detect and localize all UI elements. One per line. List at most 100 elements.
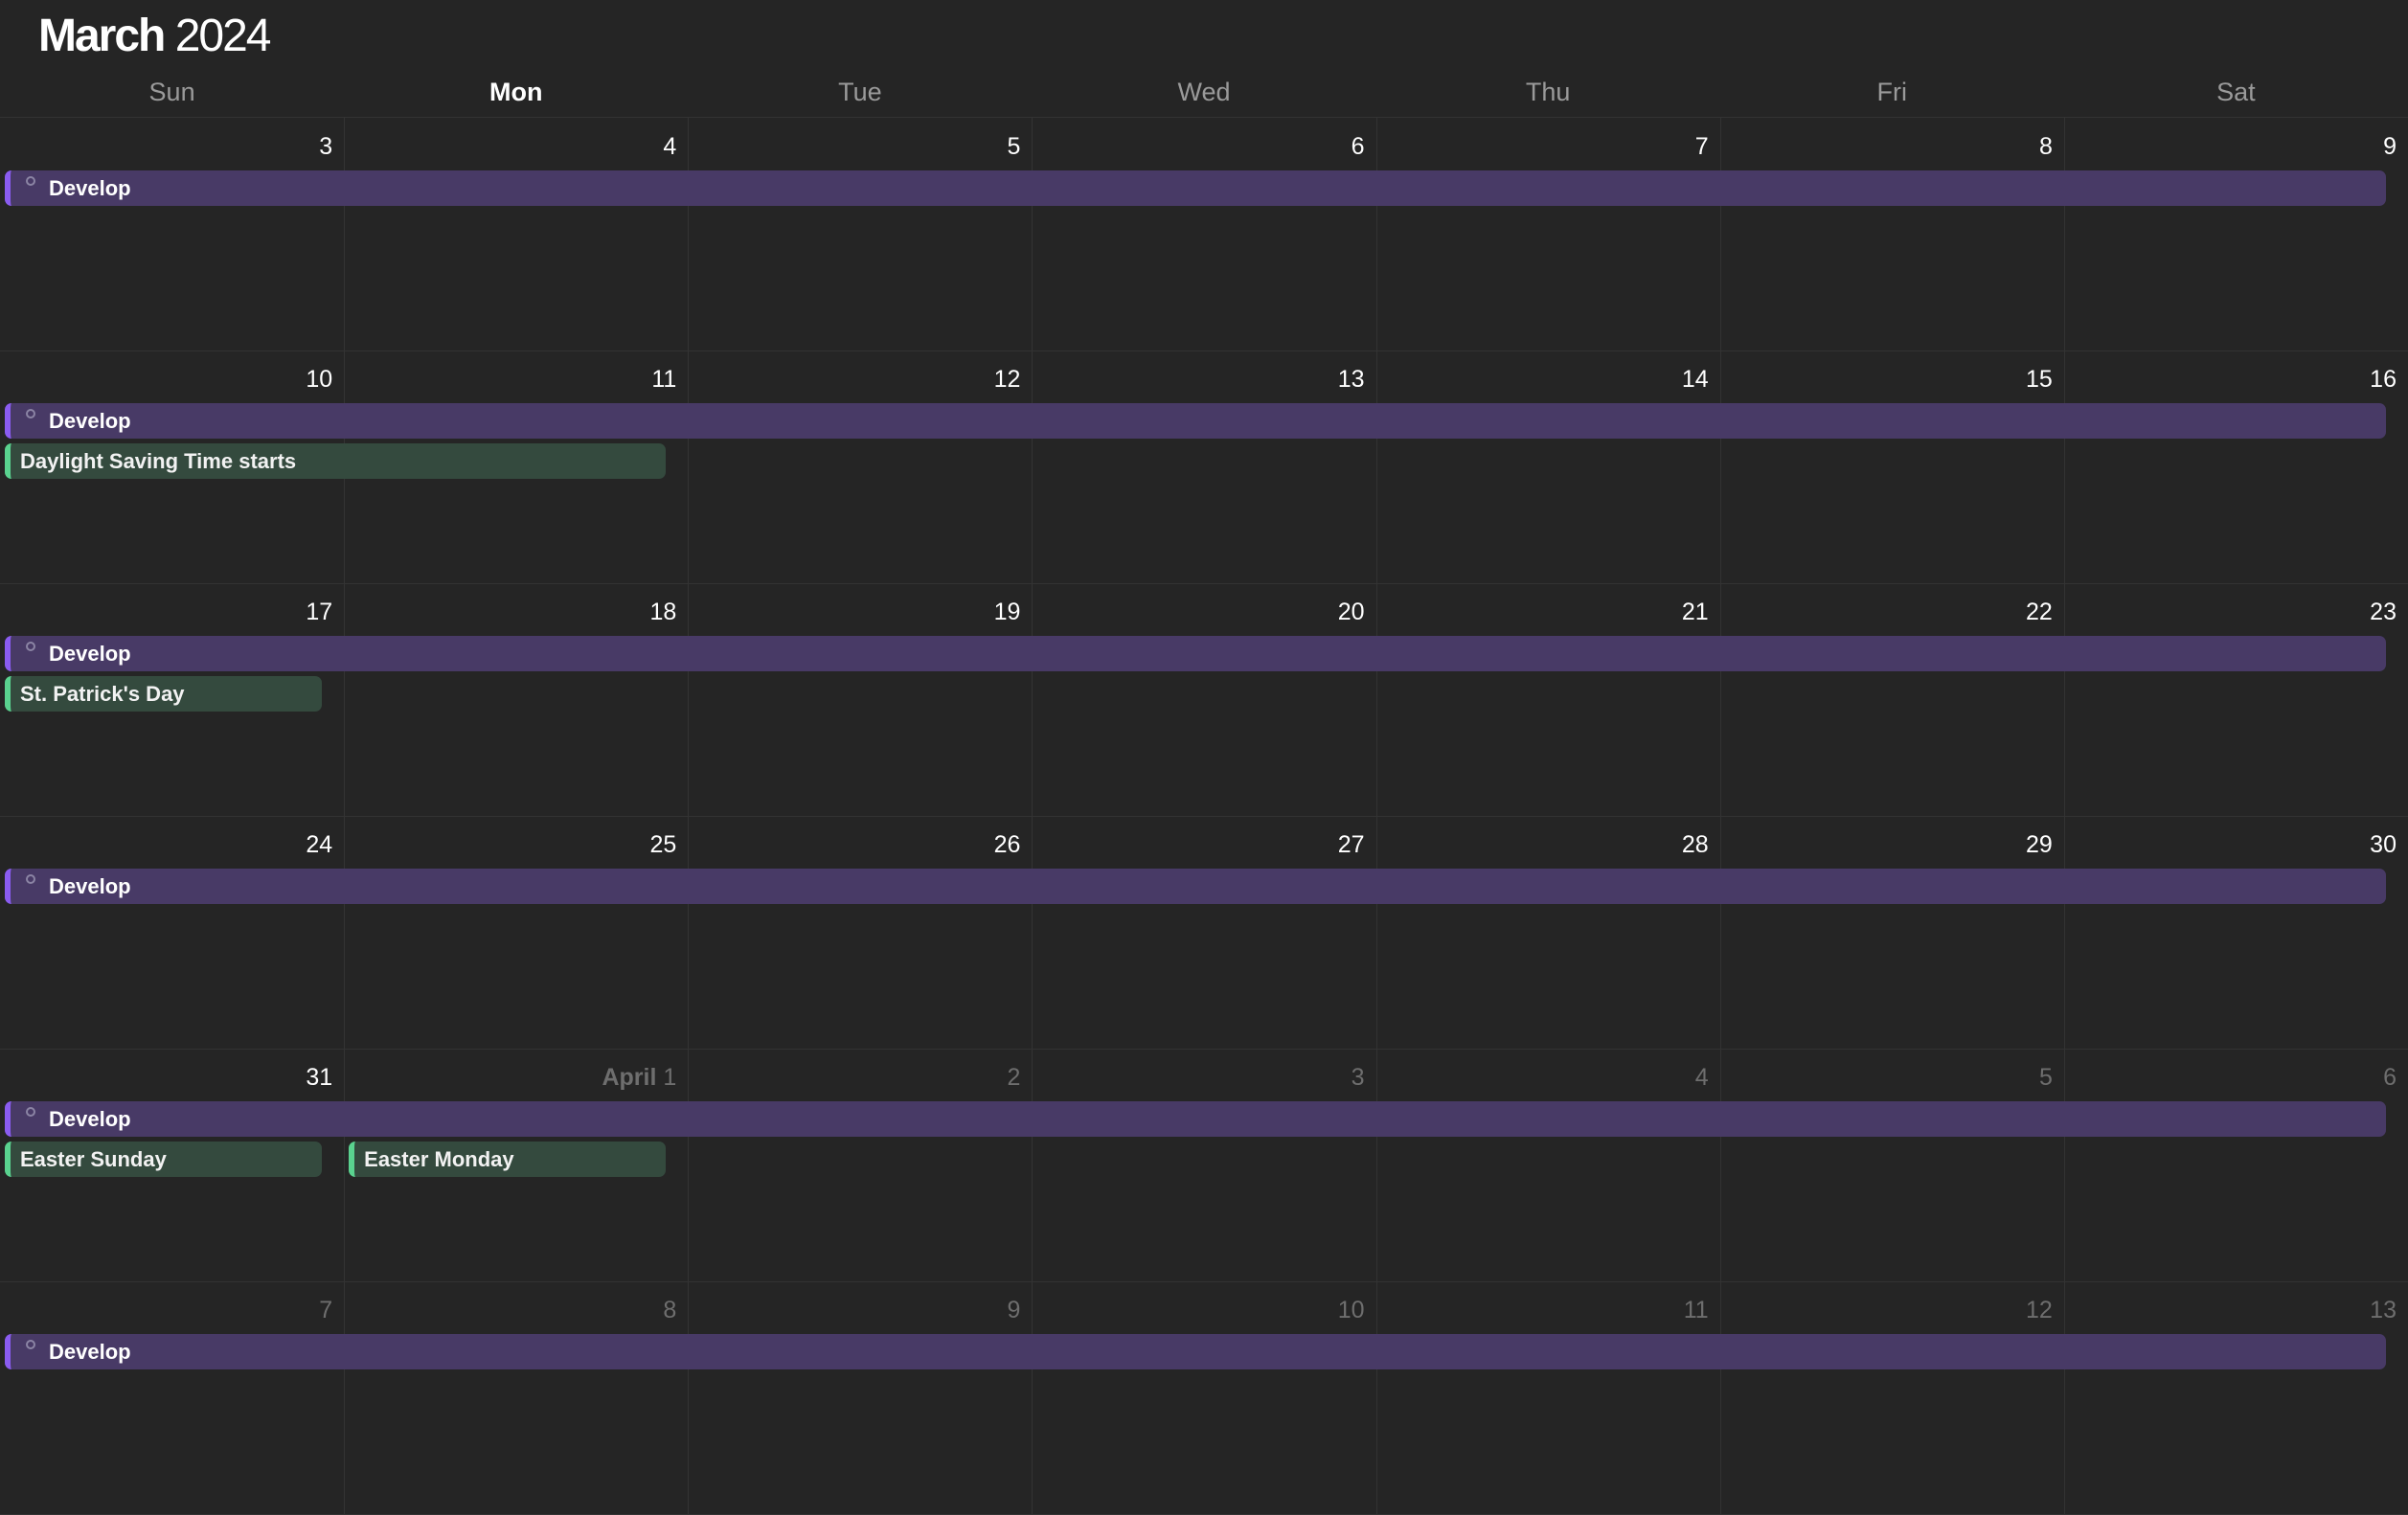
day-number-value: 15 — [2026, 366, 2053, 393]
event-title: Develop — [49, 1340, 131, 1364]
day-number-value: 10 — [306, 366, 333, 393]
day-number-value: 23 — [2370, 599, 2397, 625]
week-row: 7 8 9 10 11 12 13 Develop — [0, 1281, 2408, 1515]
day-number[interactable]: 2 — [688, 1062, 1021, 1093]
day-number[interactable]: 9 — [688, 1295, 1021, 1325]
day-number-value: 24 — [306, 831, 333, 858]
weekday-label-mon: Mon — [488, 78, 543, 106]
day-number-value: 4 — [663, 133, 677, 160]
day-number[interactable]: 8 — [344, 1295, 676, 1325]
day-number[interactable]: 30 — [2064, 829, 2397, 860]
calendar-title: March 2024 — [38, 8, 272, 65]
event-holiday[interactable]: St. Patrick's Day — [5, 676, 323, 712]
day-number[interactable]: 15 — [1720, 364, 2053, 395]
circle-outline-icon — [26, 1107, 35, 1117]
event-develop[interactable]: Develop — [5, 1101, 2386, 1137]
event-develop[interactable]: Develop — [5, 170, 2386, 206]
day-number[interactable]: 20 — [1032, 597, 1365, 627]
day-number-value: 31 — [306, 1064, 333, 1091]
day-number[interactable]: 4 — [1376, 1062, 1709, 1093]
event-title: Develop — [49, 874, 131, 898]
day-number[interactable]: 7 — [1376, 131, 1709, 162]
day-number[interactable]: 28 — [1376, 829, 1709, 860]
day-number[interactable]: 14 — [1376, 364, 1709, 395]
day-number[interactable]: 24 — [0, 829, 332, 860]
day-number[interactable]: 12 — [688, 364, 1021, 395]
day-number[interactable]: 4 — [344, 131, 676, 162]
day-number-value: 3 — [1351, 1064, 1365, 1091]
day-number-value: 9 — [2383, 133, 2397, 160]
day-number-value: 7 — [1694, 133, 1709, 160]
day-number-value: 11 — [651, 366, 677, 393]
week-row: 3 4 5 6 7 8 9 Develop — [0, 118, 2408, 351]
day-number[interactable]: 25 — [344, 829, 676, 860]
week-row: 31 April 1 2 3 4 5 6 Develop Easter Sunday Easter… — [0, 1049, 2408, 1282]
event-title: Easter Monday — [364, 1147, 514, 1171]
event-title: Easter Sunday — [20, 1147, 167, 1171]
day-number-value: 2 — [1007, 1064, 1021, 1091]
day-number[interactable]: 6 — [1032, 131, 1365, 162]
weekday-label-fri: Fri — [1876, 78, 1908, 106]
day-number-value: 6 — [1351, 133, 1365, 160]
day-number[interactable]: 29 — [1720, 829, 2053, 860]
day-number[interactable]: 27 — [1032, 829, 1365, 860]
day-number-value: 27 — [1337, 831, 1365, 858]
day-number[interactable]: 5 — [688, 131, 1021, 162]
day-number[interactable]: 16 — [2064, 364, 2397, 395]
day-number[interactable]: 22 — [1720, 597, 2053, 627]
day-number[interactable]: 9 — [2064, 131, 2397, 162]
day-number[interactable]: 12 — [1720, 1295, 2053, 1325]
day-number[interactable]: April 1 — [344, 1062, 676, 1093]
day-number-value: 12 — [993, 366, 1021, 393]
day-number[interactable]: 10 — [1032, 1295, 1365, 1325]
day-number[interactable]: 23 — [2064, 597, 2397, 627]
event-title: Develop — [49, 176, 131, 200]
day-number-value: 10 — [1337, 1297, 1365, 1323]
day-number[interactable]: 5 — [1720, 1062, 2053, 1093]
day-number-value: 5 — [2038, 1064, 2053, 1091]
day-number-value: 7 — [319, 1297, 333, 1323]
weekday-label-sun: Sun — [148, 78, 195, 106]
event-holiday[interactable]: Easter Monday — [349, 1142, 667, 1177]
day-number[interactable]: 3 — [1032, 1062, 1365, 1093]
day-number-value: 28 — [1681, 831, 1709, 858]
day-number-value: 18 — [649, 599, 677, 625]
event-holiday[interactable]: Daylight Saving Time starts — [5, 443, 667, 479]
day-number-value: 8 — [663, 1297, 677, 1323]
day-number[interactable]: 11 — [344, 364, 676, 395]
day-number-value: 22 — [2026, 599, 2053, 625]
day-number[interactable]: 31 — [0, 1062, 332, 1093]
day-number[interactable]: 6 — [2064, 1062, 2397, 1093]
day-number[interactable]: 17 — [0, 597, 332, 627]
day-number[interactable]: 8 — [1720, 131, 2053, 162]
weekday-label-thu: Thu — [1525, 78, 1571, 106]
day-number[interactable]: 11 — [1376, 1295, 1709, 1325]
event-develop[interactable]: Develop — [5, 403, 2386, 439]
day-number-value: 8 — [2038, 133, 2053, 160]
title-year: 2024 — [174, 11, 272, 61]
day-number[interactable]: 26 — [688, 829, 1021, 860]
day-number[interactable]: 18 — [344, 597, 676, 627]
day-number[interactable]: 3 — [0, 131, 332, 162]
event-develop[interactable]: Develop — [5, 869, 2386, 904]
day-number-value: 16 — [2370, 366, 2397, 393]
event-develop[interactable]: Develop — [5, 1334, 2386, 1369]
event-title: Develop — [49, 409, 131, 433]
day-number-value: 19 — [993, 599, 1021, 625]
event-develop[interactable]: Develop — [5, 636, 2386, 671]
day-number-value: 25 — [649, 831, 677, 858]
day-number[interactable]: 7 — [0, 1295, 332, 1325]
day-number[interactable]: 13 — [1032, 364, 1365, 395]
week-row: 10 11 12 13 14 15 16 Develop Daylight Saving Tim… — [0, 350, 2408, 584]
day-number[interactable]: 10 — [0, 364, 332, 395]
day-number[interactable]: 21 — [1376, 597, 1709, 627]
day-number-value: 11 — [1683, 1297, 1709, 1323]
day-number-value: 26 — [993, 831, 1021, 858]
weekday-header: Sun Mon Tue Wed Thu Fri Sat — [0, 69, 2408, 118]
circle-outline-icon — [26, 642, 35, 651]
day-number[interactable]: 13 — [2064, 1295, 2397, 1325]
circle-outline-icon — [26, 874, 35, 884]
event-holiday[interactable]: Easter Sunday — [5, 1142, 323, 1177]
day-number[interactable]: 19 — [688, 597, 1021, 627]
title-month: March — [38, 11, 166, 61]
